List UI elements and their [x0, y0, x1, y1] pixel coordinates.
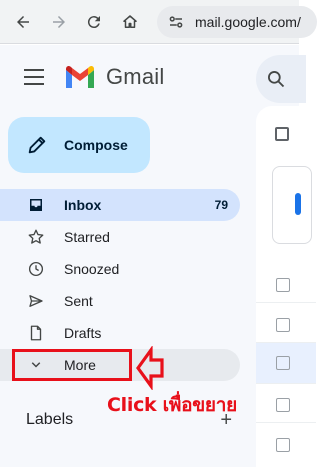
sidebar-item-label: Sent [64, 293, 93, 309]
row-checkbox[interactable] [276, 278, 290, 292]
row-divider [256, 383, 316, 384]
url-text: mail.google.com/ [195, 14, 301, 30]
main-menu-icon[interactable] [24, 69, 46, 85]
search-button[interactable] [256, 55, 306, 103]
home-icon [123, 15, 137, 28]
sidebar-item-label: Drafts [64, 325, 102, 341]
sidebar-item-label: Snoozed [64, 261, 120, 277]
search-icon [268, 71, 285, 88]
browser-toolbar: mail.google.com/ [0, 0, 317, 44]
compose-button[interactable]: Compose [8, 117, 150, 173]
sidebar-item-sent[interactable]: Sent [0, 285, 240, 317]
back-arrow-icon [17, 16, 29, 28]
unread-count: 79 [214, 198, 228, 212]
address-bar[interactable]: mail.google.com/ [157, 6, 317, 38]
row-divider [256, 302, 316, 303]
select-all-checkbox[interactable] [275, 127, 289, 141]
card-accent [295, 193, 301, 215]
mail-list-panel [256, 106, 316, 467]
app-name: Gmail [106, 64, 165, 89]
send-icon [26, 291, 46, 311]
promo-card[interactable] [272, 166, 312, 244]
sidebar-item-label: Inbox [64, 197, 102, 213]
sidebar-item-inbox[interactable]: Inbox 79 [0, 189, 240, 221]
gmail-logo-icon[interactable] [64, 64, 96, 90]
row-divider [256, 422, 316, 423]
draft-icon [26, 323, 46, 343]
sidebar-item-snoozed[interactable]: Snoozed [0, 253, 240, 285]
annotation-highlight-box [12, 349, 132, 381]
forward-button[interactable] [46, 9, 72, 35]
row-checkbox[interactable] [276, 438, 290, 452]
home-button[interactable] [117, 9, 143, 35]
compose-label: Compose [64, 137, 128, 153]
star-icon [26, 227, 46, 247]
reload-icon [87, 16, 100, 29]
forward-arrow-icon [53, 16, 65, 28]
row-checkbox[interactable] [276, 356, 290, 370]
site-settings-icon[interactable] [167, 13, 185, 31]
row-checkbox[interactable] [276, 398, 290, 412]
clock-icon [26, 259, 46, 279]
sidebar-item-label: Starred [64, 229, 110, 245]
labels-heading: Labels [26, 411, 74, 428]
annotation-text: Click เพื่อขยาย [107, 394, 237, 416]
row-checkbox[interactable] [276, 318, 290, 332]
back-button[interactable] [10, 9, 36, 35]
pencil-icon [28, 136, 46, 154]
sidebar-item-drafts[interactable]: Drafts [0, 317, 240, 349]
sidebar-item-starred[interactable]: Starred [0, 221, 240, 253]
inbox-icon [26, 195, 46, 215]
annotation-arrow-icon [136, 346, 164, 390]
screen: mail.google.com/ Gmail Compose Inbox 79 … [0, 0, 317, 467]
reload-button[interactable] [81, 9, 107, 35]
